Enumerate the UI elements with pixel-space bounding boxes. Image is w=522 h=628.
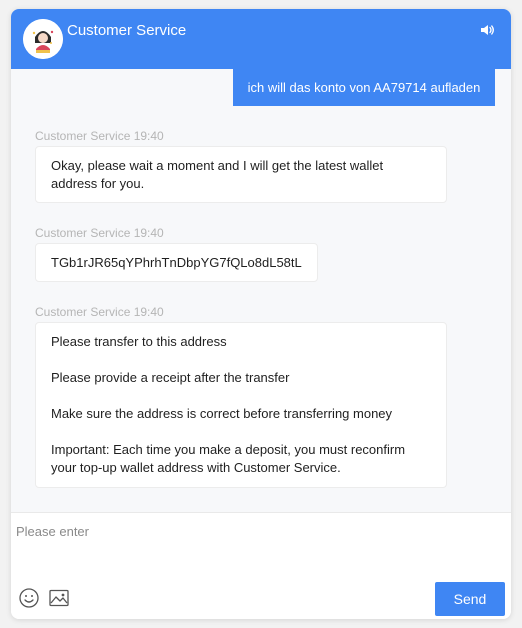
chat-header: Customer Service: [11, 9, 511, 69]
message-meta: Customer Service 19:40: [35, 226, 164, 240]
speaker-icon[interactable]: [479, 22, 495, 38]
message-text: Important: Each time you make a deposit,…: [51, 442, 406, 475]
incoming-message-bubble: Please transfer to this address Please p…: [35, 322, 447, 488]
message-text: Make sure the address is correct before …: [51, 406, 393, 421]
agent-avatar-icon: [23, 19, 63, 59]
outgoing-message: ich will das konto von AA79714 aufladen: [233, 69, 495, 106]
emoji-icon[interactable]: [18, 587, 40, 609]
message-meta: Customer Service 19:40: [35, 305, 164, 319]
message-composer: Send: [11, 512, 511, 619]
header-title: Customer Service: [67, 22, 187, 39]
message-text: Please provide a receipt after the trans…: [51, 370, 290, 385]
message-text: Please transfer to this address: [51, 334, 227, 349]
message-text: Okay, please wait a moment and I will ge…: [51, 158, 384, 191]
message-input[interactable]: [16, 520, 496, 542]
image-icon[interactable]: [48, 587, 70, 609]
wallet-address-text: TGb1rJR65qYPhrhTnDbpYG7fQLo8dL58tL: [51, 255, 302, 270]
send-button[interactable]: Send: [435, 582, 505, 616]
incoming-message-bubble: TGb1rJR65qYPhrhTnDbpYG7fQLo8dL58tL: [35, 243, 318, 282]
chat-window: Customer Service ich will das konto von …: [11, 9, 511, 619]
message-meta: Customer Service 19:40: [35, 129, 164, 143]
incoming-message-bubble: Okay, please wait a moment and I will ge…: [35, 146, 447, 203]
